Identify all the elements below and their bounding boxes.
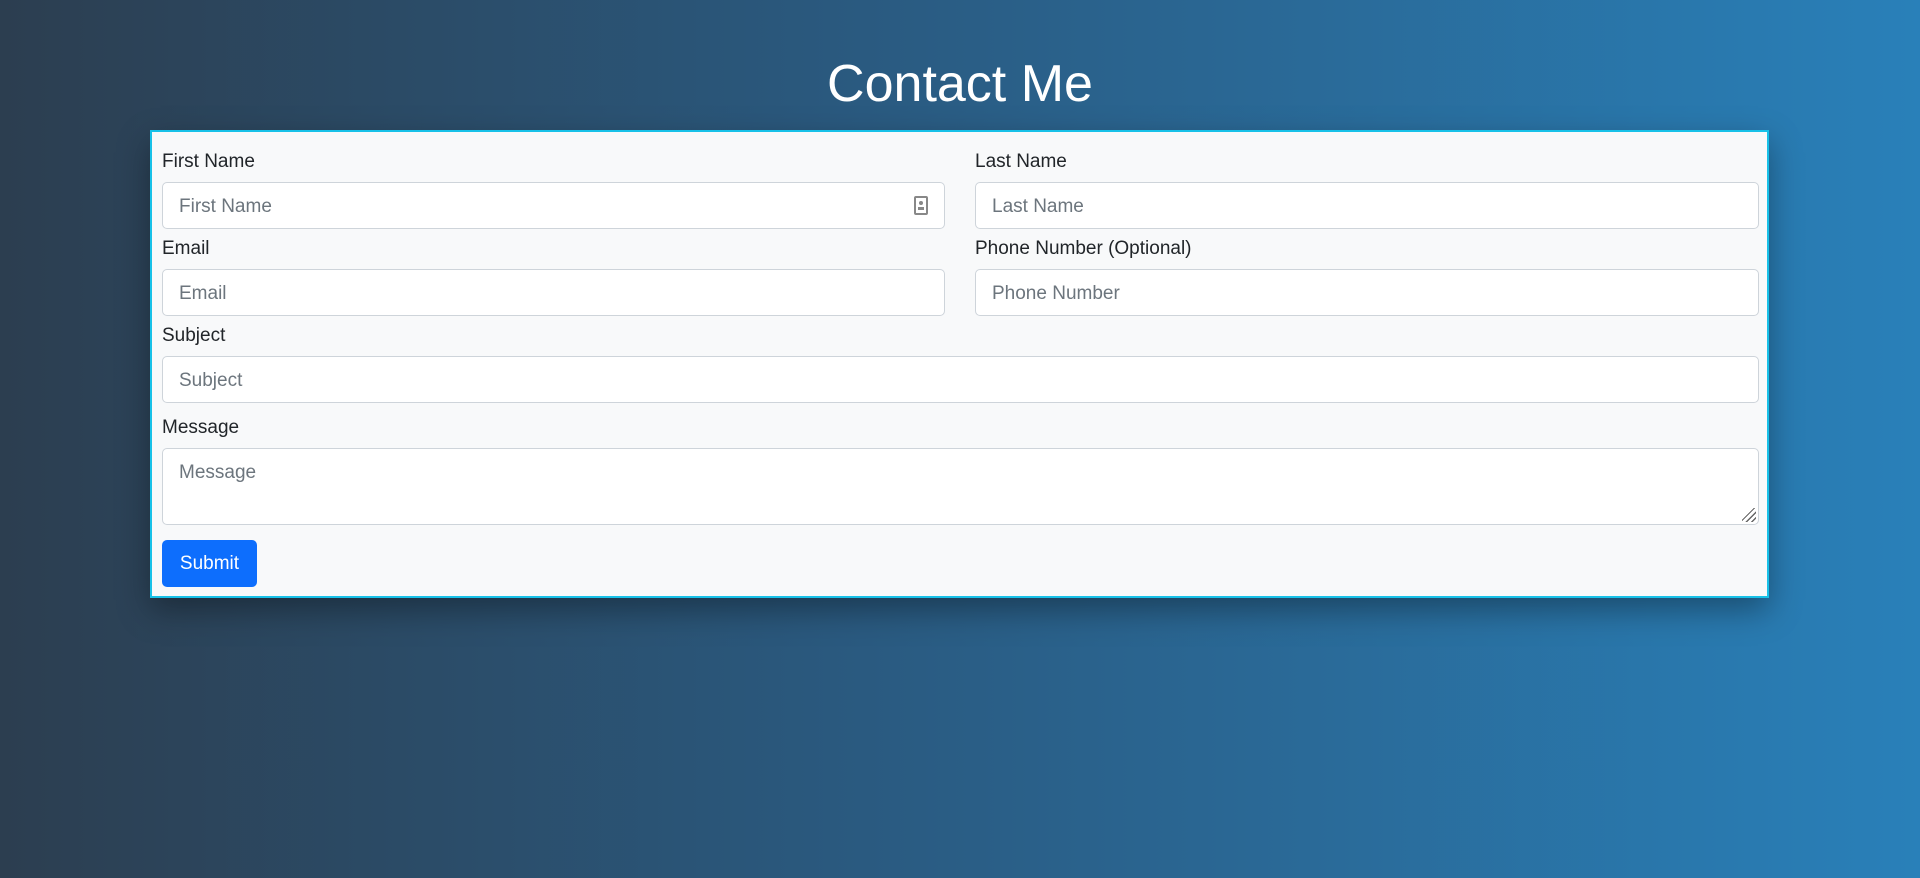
first-name-placeholder: First Name (179, 196, 272, 217)
submit-button[interactable]: Submit (162, 540, 257, 587)
contact-card-icon[interactable] (914, 196, 928, 215)
last-name-placeholder: Last Name (992, 196, 1084, 217)
phone-label: Phone Number (Optional) (975, 238, 1192, 259)
last-name-label: Last Name (975, 151, 1067, 172)
subject-placeholder: Subject (179, 370, 243, 391)
message-label: Message (162, 417, 240, 438)
message-placeholder: Message (179, 462, 257, 483)
first-name-input[interactable]: First Name (162, 182, 945, 229)
subject-label: Subject (162, 325, 226, 346)
email-placeholder: Email (179, 283, 227, 304)
email-label: Email (162, 238, 210, 259)
contact-form: First Name First Name Last Name Last Nam… (150, 130, 1769, 598)
phone-input[interactable]: Phone Number (975, 269, 1759, 316)
first-name-label: First Name (162, 151, 255, 172)
resize-handle-icon[interactable] (1742, 508, 1756, 522)
email-input[interactable]: Email (162, 269, 945, 316)
subject-input[interactable]: Subject (162, 356, 1759, 403)
message-textarea[interactable]: Message (162, 448, 1759, 525)
last-name-input[interactable]: Last Name (975, 182, 1759, 229)
page-title: Contact Me (827, 55, 1093, 113)
phone-placeholder: Phone Number (992, 283, 1120, 304)
